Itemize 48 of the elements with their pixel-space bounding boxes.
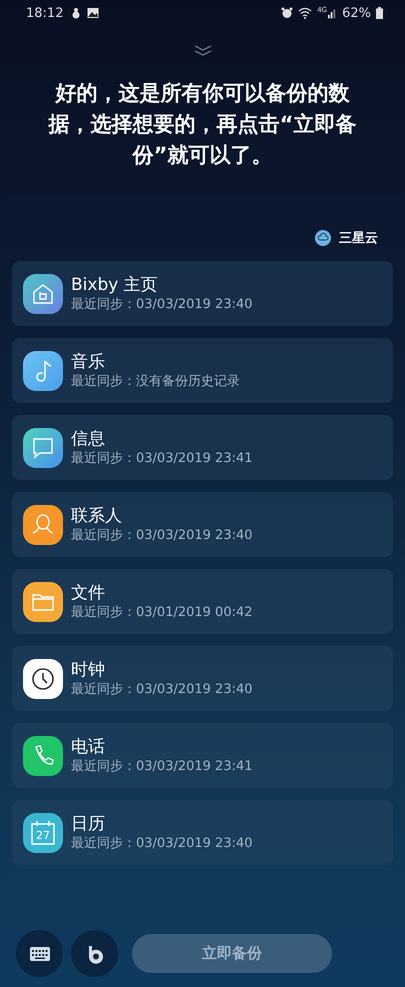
last-sync-text: 最近同步：03/03/2019 23:40 (71, 527, 253, 544)
signal-icon (328, 7, 338, 19)
backup-item[interactable]: 联系人 最近同步：03/03/2019 23:40 (12, 492, 393, 557)
backup-item[interactable]: 电话 最近同步：03/03/2019 23:41 (12, 723, 393, 788)
item-title: 音乐 (71, 351, 106, 373)
last-sync-text: 最近同步：03/03/2019 23:40 (71, 296, 253, 313)
folder-icon (23, 582, 63, 622)
clock-icon (23, 658, 63, 698)
person-icon (23, 504, 63, 544)
cloud-icon (315, 230, 331, 246)
backup-item[interactable]: 27 日历 最近同步：03/03/2019 23:40 (12, 800, 393, 865)
backup-item[interactable]: 音乐 最近同步：没有备份历史记录 (12, 338, 393, 403)
backup-item[interactable]: 文件 最近同步：03/01/2019 00:42 (12, 569, 393, 634)
calendar-icon (23, 812, 63, 852)
calendar-day: 27 (23, 829, 63, 843)
last-sync-text: 最近同步：03/03/2019 23:40 (71, 835, 253, 852)
account-label[interactable]: 三星云 (339, 229, 378, 247)
keyboard-icon (30, 946, 50, 960)
alarm-icon (281, 7, 294, 19)
item-title: 时钟 (71, 659, 106, 681)
status-time: 18:12 (26, 6, 64, 20)
phone-icon (23, 736, 63, 776)
backup-item[interactable]: 时钟 最近同步：03/03/2019 23:40 (12, 646, 393, 711)
item-title: 日历 (71, 813, 106, 835)
house-icon (23, 274, 63, 314)
last-sync-text: 最近同步：03/03/2019 23:41 (71, 450, 253, 467)
battery-icon (376, 7, 383, 19)
last-sync-text: 最近同步：03/01/2019 00:42 (71, 604, 253, 621)
battery-level: 62% (342, 6, 371, 20)
item-title: Bixby 主页 (71, 274, 159, 296)
item-title: 信息 (71, 428, 106, 450)
item-title: 电话 (71, 736, 106, 758)
last-sync-text: 最近同步：没有备份历史记录 (71, 373, 240, 390)
notification-icon (70, 7, 82, 19)
image-icon (87, 7, 100, 19)
assistant-message: 好的，这是所有你可以备份的数据，选择想要的，再点击“立即备份”就可以了。 (47, 80, 358, 169)
chat-bubble-icon (23, 428, 63, 468)
wifi-icon (298, 7, 312, 19)
backup-item[interactable]: 信息 最近同步：03/03/2019 23:41 (12, 415, 393, 480)
keyboard-button[interactable] (16, 930, 63, 977)
item-title: 联系人 (71, 505, 123, 527)
last-sync-text: 最近同步：03/03/2019 23:41 (71, 758, 253, 775)
last-sync-text: 最近同步：03/03/2019 23:40 (71, 681, 253, 698)
collapse-icon[interactable] (194, 44, 212, 56)
item-title: 文件 (71, 582, 106, 604)
backup-item[interactable]: Bixby 主页 最近同步：03/03/2019 23:40 (12, 261, 393, 326)
music-note-icon (23, 350, 63, 390)
bixby-button[interactable] (71, 930, 118, 977)
